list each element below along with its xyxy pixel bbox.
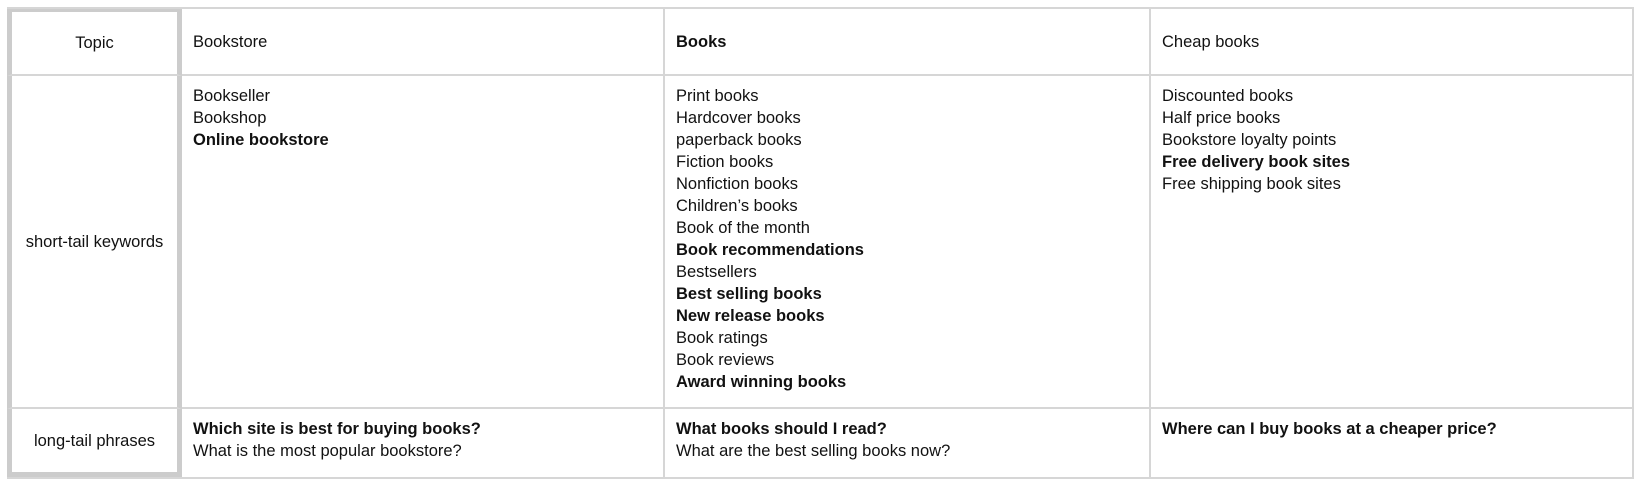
short-tail-bookstore-cell: Bookseller Bookshop Online bookstore	[182, 76, 665, 409]
short-tail-cheap-books-cell: Discounted books Half price books Bookstor…	[1151, 76, 1632, 409]
row-label-long-tail: long-tail phrases	[7, 409, 182, 477]
keyword-item: Fiction books	[676, 153, 774, 171]
column-header-cheap-books: Cheap books	[1151, 9, 1632, 76]
keyword-item: Which site is best for buying books?	[193, 420, 481, 438]
keyword-item: Book recommendations	[676, 241, 864, 259]
keyword-item: Nonfiction books	[676, 175, 798, 193]
keyword-item: Book of the month	[676, 219, 810, 237]
keyword-item: Bookstore loyalty points	[1162, 131, 1337, 149]
column-header-books: Books	[665, 9, 1151, 76]
topic-label: Topic	[75, 34, 114, 52]
keyword-item: Bookseller	[193, 87, 271, 105]
short-tail-books-cell: Print books Hardcover books paperback book…	[665, 76, 1151, 409]
keyword-item: Book ratings	[676, 329, 768, 347]
column-header-label: Bookstore	[193, 32, 268, 51]
long-tail-cheap-books-cell: Where can I buy books at a cheaper price…	[1151, 409, 1632, 477]
keyword-table: Topic Bookstore Books Cheap books short-…	[7, 7, 1634, 479]
row-label: short-tail keywords	[25, 232, 164, 251]
keyword-item: Book reviews	[676, 351, 775, 369]
keyword-item: Free shipping book sites	[1162, 175, 1341, 193]
column-header-label: Cheap books	[1162, 32, 1260, 51]
keyword-item: What books should I read?	[676, 420, 887, 438]
row-label: long-tail phrases	[33, 431, 156, 450]
keyword-item: What are the best selling books now?	[676, 442, 951, 460]
keyword-item: Hardcover books	[676, 109, 801, 127]
keyword-item: Free delivery book sites	[1162, 153, 1351, 171]
column-header-bookstore: Bookstore	[182, 9, 665, 76]
keyword-item: paperback books	[676, 131, 802, 149]
keyword-item: New release books	[676, 307, 825, 325]
keyword-item: Half price books	[1162, 109, 1281, 127]
keyword-item: Where can I buy books at a cheaper price…	[1162, 420, 1497, 438]
keyword-item: Award winning books	[676, 373, 847, 391]
keyword-item: Bookshop	[193, 109, 267, 127]
long-tail-bookstore-cell: Which site is best for buying books? What…	[182, 409, 665, 477]
keyword-item: What is the most popular bookstore?	[193, 442, 462, 460]
keyword-item: Discounted books	[1162, 87, 1294, 105]
keyword-item: Best selling books	[676, 285, 822, 303]
long-tail-books-cell: What books should I read? What are the be…	[665, 409, 1151, 477]
keyword-item: Bestsellers	[676, 263, 757, 281]
keyword-item: Children’s books	[676, 197, 798, 215]
keyword-item: Print books	[676, 87, 759, 105]
column-header-label: Books	[676, 32, 727, 51]
keyword-item: Online bookstore	[193, 131, 329, 149]
topic-header-cell: Topic	[7, 9, 182, 76]
row-label-short-tail: short-tail keywords	[7, 76, 182, 409]
